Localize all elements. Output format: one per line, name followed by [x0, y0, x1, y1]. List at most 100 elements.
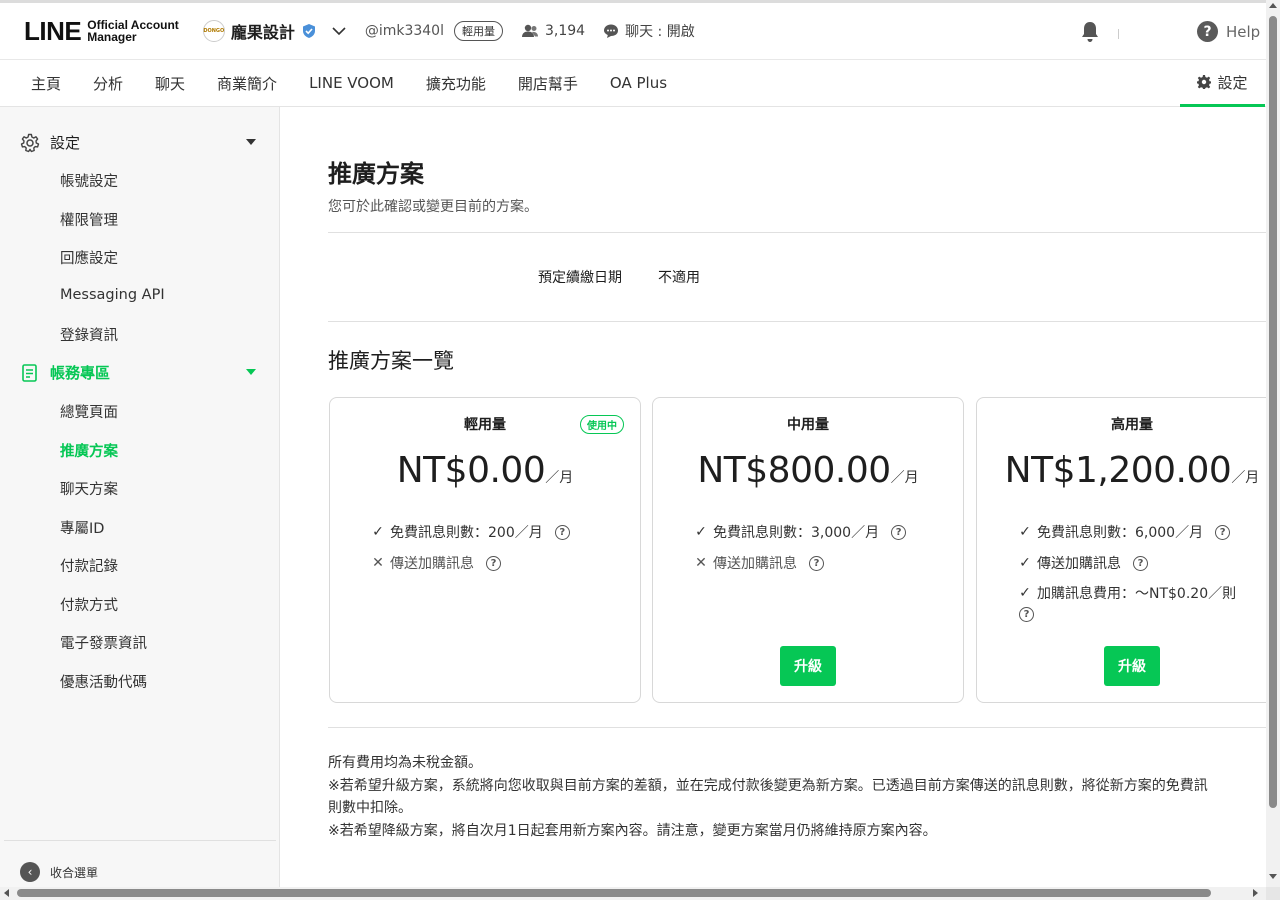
- chat-status[interactable]: 聊天 : 開啟: [603, 21, 695, 41]
- main-content: 推廣方案 您可於此確認或變更目前的方案。 預定續繳日期 不適用 推廣方案一覽 輕…: [281, 107, 1266, 887]
- plan-price-amount: NT$0.00: [396, 450, 546, 491]
- scroll-left-arrow-icon[interactable]: [4, 889, 9, 897]
- scroll-down-arrow-icon[interactable]: [1269, 874, 1277, 879]
- caret-down-icon: [246, 139, 256, 145]
- check-icon: ✓: [1019, 585, 1031, 601]
- help-circle-icon[interactable]: ?: [1215, 524, 1231, 540]
- plan-price-unit: ／月: [890, 470, 919, 486]
- main-nav: 主頁 分析 聊天 商業簡介 LINE VOOM 擴充功能 開店幫手 OA Plu…: [0, 60, 1266, 107]
- help-circle-icon[interactable]: ?: [554, 524, 570, 540]
- tab-settings-label: 設定: [1217, 73, 1248, 92]
- sidebar-item-promotion-plans[interactable]: 推廣方案: [60, 440, 118, 461]
- nav-oa-plus[interactable]: OA Plus: [610, 74, 667, 92]
- plan-notes: 所有費用均為未稅金額。 ※若希望升級方案，系統將向您收取與目前方案的差額，並在完…: [328, 752, 1266, 842]
- tab-settings[interactable]: 設定: [1180, 60, 1265, 107]
- help-circle-icon[interactable]: ?: [486, 555, 501, 571]
- plan-feature: ✓ 免費訊息則數：6,000／月 ?: [1017, 522, 1231, 542]
- nav-line-voom[interactable]: LINE VOOM: [309, 74, 394, 92]
- help-circle-icon[interactable]: ?: [1133, 555, 1148, 571]
- help-circle-icon[interactable]: ?: [891, 524, 907, 540]
- bell-icon[interactable]: [1080, 21, 1100, 43]
- gear-outline-icon: [20, 133, 40, 152]
- sidebar-item-e-invoice[interactable]: 電子發票資訊: [60, 632, 147, 653]
- chevron-down-icon[interactable]: [331, 23, 347, 39]
- renewal-date-value: 不適用: [658, 270, 700, 286]
- collapse-menu-button[interactable]: ‹ 收合選單: [20, 862, 98, 882]
- divider: [328, 727, 1266, 728]
- sidebar-item-payment-history[interactable]: 付款記錄: [60, 555, 118, 576]
- upgrade-button[interactable]: 升級: [780, 646, 836, 686]
- nav-extensions[interactable]: 擴充功能: [426, 73, 486, 94]
- collapse-menu-label: 收合選單: [50, 865, 99, 880]
- sidebar-item-chat-plans[interactable]: 聊天方案: [60, 478, 118, 499]
- note-line: 所有費用均為未稅金額。: [328, 755, 482, 771]
- nav-analytics[interactable]: 分析: [93, 73, 123, 94]
- nav-home[interactable]: 主頁: [31, 73, 61, 94]
- help-circle-icon[interactable]: ?: [809, 555, 824, 571]
- sidebar-item-registration-info[interactable]: 登錄資訊: [60, 324, 118, 345]
- nav-business-profile[interactable]: 商業簡介: [217, 73, 277, 94]
- plan-feature: ✓ 加購訊息費用：～NT$0.20／則: [1017, 583, 1236, 603]
- sidebar-item-response-settings[interactable]: 回應設定: [60, 247, 118, 268]
- help-icon: ?: [1197, 21, 1218, 42]
- help-label: Help: [1226, 22, 1261, 41]
- cross-icon: ✕: [695, 555, 707, 571]
- sidebar-item-overview[interactable]: 總覽頁面: [60, 401, 118, 422]
- help-circle-icon[interactable]: ?: [1019, 607, 1034, 622]
- plan-price-amount: NT$800.00: [697, 450, 891, 491]
- plan-list-title: 推廣方案一覽: [328, 349, 454, 373]
- line-oa-logo[interactable]: LINE Official Account Manager: [24, 16, 179, 47]
- plan-feature: ✓ 免費訊息則數：200／月 ?: [370, 522, 570, 542]
- friends-count: 3,194: [521, 23, 585, 39]
- nav-chat[interactable]: 聊天: [155, 73, 185, 94]
- plan-feature: ✕ 傳送加購訊息 ?: [693, 553, 824, 573]
- note-line: ※若希望升級方案，系統將向您收取與目前方案的差額，並在完成付款後變更為新方案。已…: [328, 777, 1208, 794]
- plan-feature: ✕ 傳送加購訊息 ?: [370, 553, 501, 573]
- people-icon: [521, 24, 538, 37]
- plan-feature-text: 傳送加購訊息: [1037, 556, 1121, 572]
- nav-shop-helper[interactable]: 開店幫手: [518, 73, 578, 94]
- horizontal-scrollbar[interactable]: [0, 887, 1266, 900]
- gear-icon: [1197, 75, 1212, 89]
- sidebar-item-promo-codes[interactable]: 優惠活動代碼: [60, 671, 147, 692]
- help-link[interactable]: ? Help: [1197, 21, 1260, 42]
- plan-feature-text: 免費訊息則數：200／月: [390, 525, 543, 541]
- scroll-right-arrow-icon[interactable]: [1253, 889, 1258, 897]
- sidebar-item-messaging-api[interactable]: Messaging API: [60, 287, 165, 303]
- sidebar-item-account-settings[interactable]: 帳號設定: [60, 170, 118, 191]
- check-icon: ✓: [1019, 555, 1031, 571]
- caret-down-icon: [246, 369, 256, 375]
- plan-badge: 輕用量: [453, 21, 503, 41]
- sidebar-section-billing[interactable]: 帳務專區: [20, 362, 260, 383]
- account-id: @imk3340l: [364, 23, 444, 39]
- plan-feature-text: 傳送加購訊息: [390, 556, 474, 572]
- account-switcher[interactable]: DONGO 龐果設計: [202, 19, 347, 43]
- plan-card-light: 輕用量 使用中 NT$0.00／月 ✓ 免費訊息則數：200／月 ? ✕ 傳送加…: [329, 397, 641, 703]
- chat-bubble-icon: [604, 24, 619, 38]
- scrollbar-thumb[interactable]: [1269, 16, 1277, 808]
- plan-price: NT$1,200.00／月: [977, 450, 1266, 491]
- friends-count-value: 3,194: [544, 23, 586, 39]
- current-plan-badge: 使用中: [580, 415, 624, 434]
- sidebar-section-settings[interactable]: 設定: [20, 132, 260, 153]
- scrollbar-thumb[interactable]: [17, 889, 1211, 897]
- divider: [328, 232, 1266, 233]
- plan-name: 高用量: [1111, 417, 1153, 433]
- sidebar: 設定 帳號設定 權限管理 回應設定 Messaging API 登錄資訊 帳務專…: [0, 107, 280, 887]
- plan-price-unit: ／月: [1231, 470, 1260, 486]
- logo-sub-line-2: Manager: [87, 30, 137, 44]
- note-line: ※若希望降級方案，將自次月1日起套用新方案內容。請注意，變更方案當月仍將維持原方…: [328, 822, 937, 839]
- upgrade-button[interactable]: 升級: [1104, 646, 1160, 686]
- logo-line-text: LINE: [24, 15, 82, 46]
- sidebar-item-premium-id[interactable]: 專屬ID: [60, 517, 104, 538]
- plan-feature: ✓ 免費訊息則數：3,000／月 ?: [693, 522, 907, 542]
- plan-feature-text: 免費訊息則數：6,000／月: [1037, 525, 1204, 541]
- check-icon: ✓: [372, 524, 384, 540]
- plan-feature-text: 加購訊息費用：～NT$0.20／則: [1037, 586, 1237, 602]
- page-title: 推廣方案: [328, 160, 424, 188]
- sidebar-item-payment-methods[interactable]: 付款方式: [60, 594, 118, 615]
- scroll-up-arrow-icon[interactable]: [1269, 3, 1277, 8]
- vertical-scrollbar[interactable]: [1266, 0, 1280, 887]
- note-line: 則數中扣除。: [328, 800, 412, 816]
- sidebar-item-permissions[interactable]: 權限管理: [60, 209, 118, 230]
